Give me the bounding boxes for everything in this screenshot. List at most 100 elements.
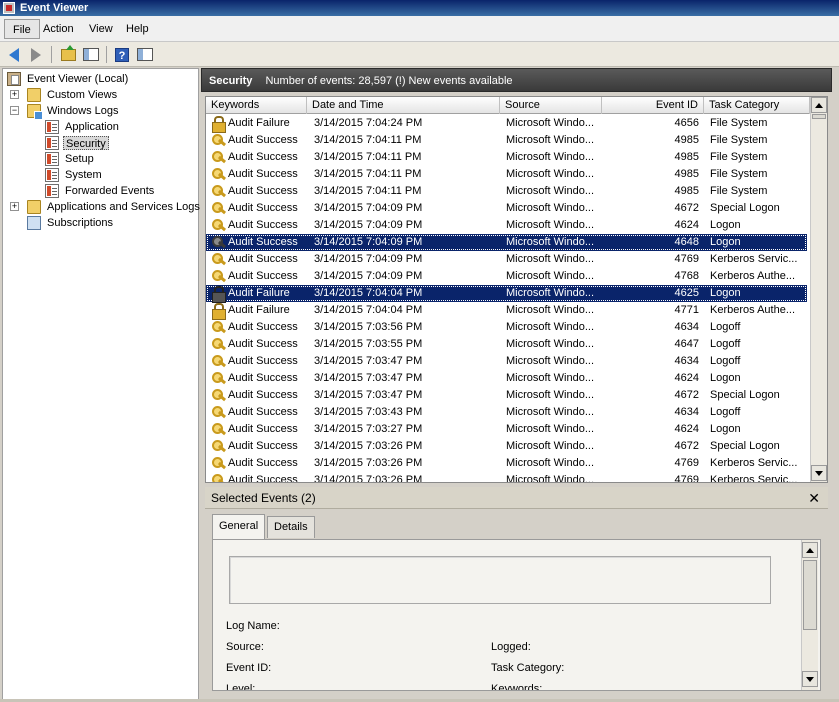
table-row[interactable]: Audit Success 3/14/2015 7:03:26 PM Microso… (206, 438, 807, 455)
back-button[interactable] (4, 45, 24, 64)
row-event-id: 4648 (674, 236, 699, 248)
folder-icon (27, 200, 41, 214)
event-viewer-app-icon (3, 2, 15, 14)
table-row[interactable]: Audit Success 3/14/2015 7:04:11 PM Microso… (206, 132, 807, 149)
table-row[interactable]: Audit Failure 3/14/2015 7:04:04 PM Microso… (206, 302, 807, 320)
table-row[interactable]: Audit Success 3/14/2015 7:03:43 PM Microso… (206, 404, 807, 421)
row-date-time: 3/14/2015 7:03:55 PM (314, 338, 423, 350)
show-hide-tree-button[interactable] (81, 45, 101, 64)
event-description-box[interactable] (229, 556, 771, 604)
table-row[interactable]: Audit Success 3/14/2015 7:04:09 PM Microso… (206, 234, 807, 251)
row-date-time: 3/14/2015 7:04:24 PM (314, 117, 423, 129)
scroll-thumb[interactable] (803, 560, 817, 630)
row-task-category: Logoff (710, 321, 741, 333)
action-pane-button[interactable] (135, 45, 155, 64)
tab-general[interactable]: General (212, 514, 266, 539)
up-folder-icon (60, 44, 76, 61)
scroll-down-button[interactable] (802, 671, 818, 687)
collapse-icon[interactable]: − (10, 106, 19, 115)
table-row[interactable]: Audit Success 3/14/2015 7:04:11 PM Microso… (206, 149, 807, 166)
menu-view[interactable]: View (81, 19, 121, 39)
audit-success-key-icon (211, 150, 226, 165)
row-date-time: 3/14/2015 7:03:43 PM (314, 406, 423, 418)
audit-success-key-icon (211, 235, 226, 250)
scroll-down-button[interactable] (811, 465, 827, 481)
table-row[interactable]: Audit Success 3/14/2015 7:03:47 PM Microso… (206, 370, 807, 387)
tree-label-security: Security (63, 136, 109, 150)
row-date-time: 3/14/2015 7:03:26 PM (314, 440, 423, 452)
menu-action[interactable]: Action (35, 19, 82, 39)
grid-rows: Audit Failure 3/14/2015 7:04:24 PM Microso… (206, 115, 810, 482)
log-icon (45, 152, 59, 166)
row-task-category: Kerberos Servic... (710, 457, 798, 469)
audit-success-key-icon (211, 201, 226, 216)
table-row[interactable]: Audit Success 3/14/2015 7:04:09 PM Microso… (206, 251, 807, 268)
audit-failure-lock-icon (211, 303, 226, 320)
row-event-id: 4624 (674, 219, 699, 231)
table-row[interactable]: Audit Success 3/14/2015 7:03:56 PM Microso… (206, 319, 807, 336)
row-keyword: Audit Success (228, 151, 298, 163)
expand-icon[interactable]: + (10, 90, 19, 99)
back-icon (9, 47, 19, 62)
scroll-up-button[interactable] (811, 97, 827, 113)
scroll-up-button[interactable] (802, 542, 818, 558)
tab-details[interactable]: Details (267, 516, 315, 538)
row-keyword: Audit Success (228, 185, 298, 197)
row-source: Microsoft Windo... (506, 287, 595, 299)
row-event-id: 4769 (674, 457, 699, 469)
grid-vertical-scrollbar[interactable] (810, 97, 827, 482)
table-row[interactable]: Audit Failure 3/14/2015 7:04:04 PM Microso… (206, 285, 807, 303)
row-event-id: 4985 (674, 134, 699, 146)
table-row[interactable]: Audit Success 3/14/2015 7:03:47 PM Microso… (206, 387, 807, 404)
close-icon[interactable]: ✕ (808, 487, 820, 509)
table-row[interactable]: Audit Success 3/14/2015 7:04:11 PM Microso… (206, 166, 807, 183)
scroll-thumb[interactable] (812, 114, 826, 119)
log-title: Security (209, 75, 253, 87)
help-button[interactable]: ? (112, 45, 132, 64)
table-row[interactable]: Audit Success 3/14/2015 7:03:26 PM Microso… (206, 455, 807, 472)
tree-label-apps-services: Applications and Services Logs (47, 201, 200, 213)
audit-success-key-icon (211, 371, 226, 386)
forward-button[interactable] (26, 45, 46, 64)
row-task-category: File System (710, 185, 768, 197)
table-row[interactable]: Audit Success 3/14/2015 7:04:09 PM Microso… (206, 217, 807, 234)
table-row[interactable]: Audit Success 3/14/2015 7:04:09 PM Microso… (206, 268, 807, 285)
row-source: Microsoft Windo... (506, 219, 595, 231)
row-source: Microsoft Windo... (506, 236, 595, 248)
audit-success-key-icon (211, 184, 226, 199)
column-task-category[interactable]: Task Category (704, 97, 810, 114)
column-keywords[interactable]: Keywords (206, 97, 307, 114)
row-event-id: 4771 (674, 304, 699, 316)
console-tree: Event Viewer (Local) + Custom Views − Wi… (2, 68, 200, 700)
forward-icon (31, 47, 41, 62)
audit-success-key-icon (211, 456, 226, 471)
details-vertical-scrollbar[interactable] (801, 540, 818, 690)
row-source: Microsoft Windo... (506, 168, 595, 180)
row-source: Microsoft Windo... (506, 151, 595, 163)
table-row[interactable]: Audit Failure 3/14/2015 7:04:24 PM Microso… (206, 115, 807, 133)
column-date-time[interactable]: Date and Time (307, 97, 500, 114)
up-one-level-button[interactable] (58, 44, 78, 64)
table-row[interactable]: Audit Success 3/14/2015 7:04:09 PM Microso… (206, 200, 807, 217)
table-row[interactable]: Audit Success 3/14/2015 7:03:26 PM Microso… (206, 472, 807, 482)
table-row[interactable]: Audit Success 3/14/2015 7:03:27 PM Microso… (206, 421, 807, 438)
table-row[interactable]: Audit Success 3/14/2015 7:04:11 PM Microso… (206, 183, 807, 200)
expand-icon[interactable]: + (10, 202, 19, 211)
column-source[interactable]: Source (500, 97, 602, 114)
row-date-time: 3/14/2015 7:04:11 PM (314, 151, 422, 163)
row-event-id: 4768 (674, 270, 699, 282)
row-keyword: Audit Success (228, 321, 298, 333)
audit-failure-lock-icon (211, 116, 226, 133)
column-event-id[interactable]: Event ID (602, 97, 704, 114)
row-source: Microsoft Windo... (506, 355, 595, 367)
audit-failure-lock-icon (211, 286, 226, 303)
row-event-id: 4624 (674, 372, 699, 384)
menu-help[interactable]: Help (118, 19, 157, 39)
table-row[interactable]: Audit Success 3/14/2015 7:03:55 PM Microso… (206, 336, 807, 353)
audit-success-key-icon (211, 422, 226, 437)
row-task-category: File System (710, 117, 768, 129)
title-bar: Event Viewer (0, 0, 839, 16)
table-row[interactable]: Audit Success 3/14/2015 7:03:47 PM Microso… (206, 353, 807, 370)
general-tab-panel: Log Name: Source: Logged: Event ID: Task… (212, 539, 821, 691)
row-task-category: Special Logon (710, 440, 780, 452)
